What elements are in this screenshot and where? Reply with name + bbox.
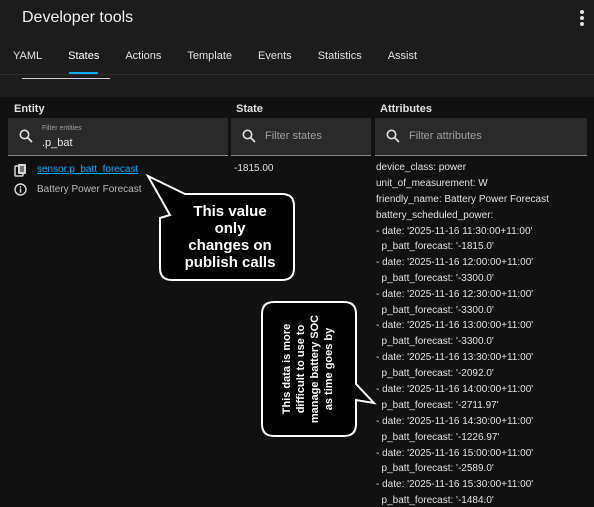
callout-top-line: changes on bbox=[188, 237, 271, 254]
callout-top-line: publish calls bbox=[185, 254, 276, 271]
callout-top-line: only bbox=[215, 220, 246, 237]
callout-side-line: This data is more bbox=[281, 324, 293, 414]
callout-side-line: manage battery SOC bbox=[309, 315, 321, 423]
callout-top-line: This value bbox=[193, 203, 266, 220]
annotation-layer: This value only changes on publish calls… bbox=[145, 173, 377, 437]
callout-side-line: difficult to use to bbox=[295, 324, 307, 413]
callout-side-line: as time goes by bbox=[323, 327, 335, 410]
